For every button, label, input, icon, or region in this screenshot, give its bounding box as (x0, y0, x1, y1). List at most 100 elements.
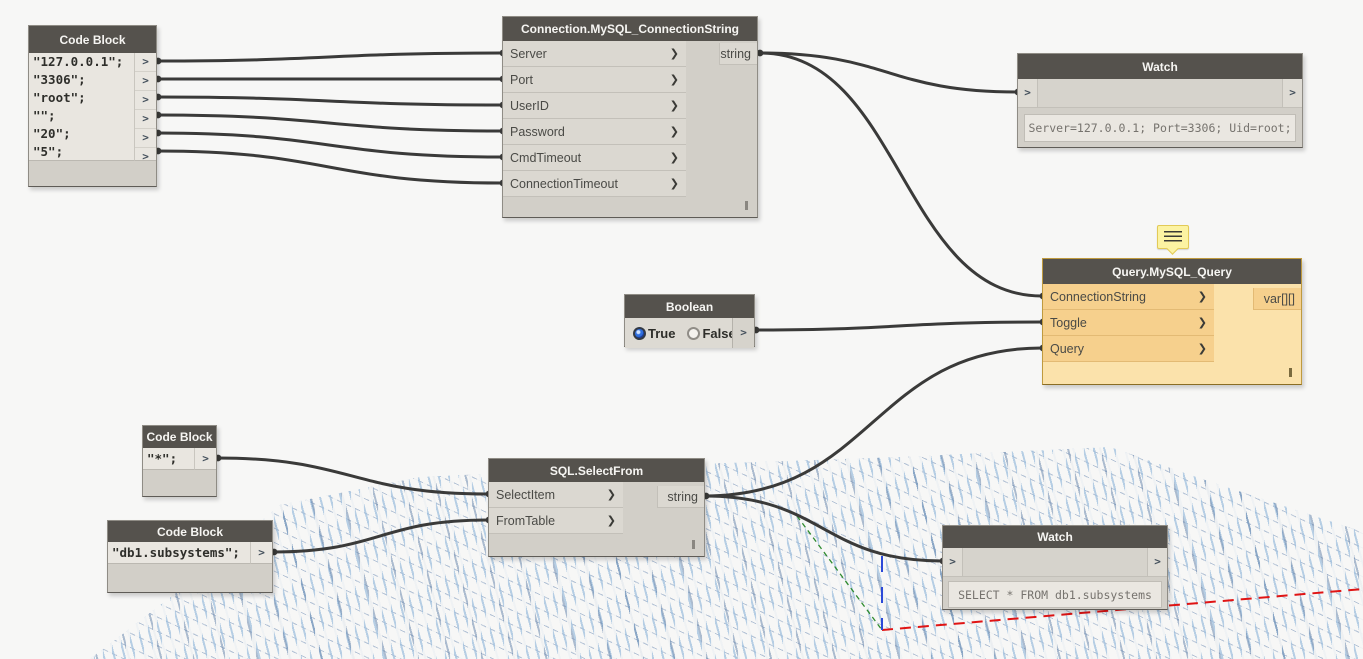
port-label: Server (510, 46, 547, 61)
code-line[interactable]: "root"; (29, 89, 134, 107)
lacing-indicator[interactable] (745, 201, 748, 210)
chevron-right-icon: ❯ (669, 73, 679, 86)
chevron-right-icon: ❯ (669, 99, 679, 112)
code-line[interactable]: ""; (29, 107, 134, 125)
node-code-block-select-item[interactable]: Code Block "*"; > (142, 425, 217, 497)
port-label: UserID (510, 98, 549, 113)
output-port[interactable]: > (135, 53, 156, 72)
port-label: Port (510, 72, 533, 87)
input-port-connectiontimeout[interactable]: ConnectionTimeout ❯ (503, 171, 686, 197)
code-line[interactable]: "3306"; (29, 71, 134, 89)
node-connection-mysql-connectionstring[interactable]: Connection.MySQL_ConnectionString Server… (502, 16, 758, 218)
node-boolean[interactable]: Boolean True False > (624, 294, 755, 348)
input-port-query[interactable]: Query ❯ (1043, 336, 1214, 362)
input-port-server[interactable]: Server ❯ (503, 41, 686, 67)
radio-true[interactable]: True (633, 326, 675, 341)
code-editor[interactable]: "*"; (143, 448, 194, 470)
port-label: ConnectionTimeout (510, 176, 618, 191)
chevron-right-icon: ❯ (1197, 316, 1207, 329)
wire[interactable] (759, 51, 1043, 298)
chevron-right-icon: ❯ (1197, 342, 1207, 355)
port-label: Toggle (1050, 315, 1087, 330)
output-port[interactable]: > (1282, 79, 1302, 107)
wire[interactable] (754, 320, 1043, 332)
watch-value: Server=127.0.0.1; Port=3306; Uid=root; (1024, 114, 1296, 142)
wire[interactable] (156, 113, 503, 133)
node-title[interactable]: Watch (943, 526, 1167, 548)
port-label: Query (1050, 341, 1085, 356)
node-code-block-from-table[interactable]: Code Block "db1.subsystems"; > (107, 520, 273, 593)
input-port-port[interactable]: Port ❯ (503, 67, 686, 93)
output-port-string[interactable]: string (719, 43, 757, 65)
input-port-selectitem[interactable]: SelectItem ❯ (489, 482, 623, 508)
chevron-right-icon: ❯ (669, 151, 679, 164)
port-label: CmdTimeout (510, 150, 582, 165)
output-port-string[interactable]: string (657, 486, 704, 508)
node-title[interactable]: Connection.MySQL_ConnectionString (503, 17, 757, 41)
input-port-userid[interactable]: UserID ❯ (503, 93, 686, 119)
output-port[interactable]: > (135, 110, 156, 129)
input-port-toggle[interactable]: Toggle ❯ (1043, 310, 1214, 336)
warning-text-lines-icon (1164, 231, 1182, 243)
wire[interactable] (156, 95, 503, 107)
port-label: SelectItem (496, 487, 556, 502)
input-port[interactable]: > (943, 548, 963, 576)
node-sql-selectfrom[interactable]: SQL.SelectFrom SelectItem ❯ FromTable ❯ st… (488, 458, 705, 557)
port-label: FromTable (496, 513, 556, 528)
node-query-mysql-query[interactable]: Query.MySQL_Query ConnectionString ❯ Togg… (1042, 258, 1302, 385)
lacing-indicator[interactable] (692, 540, 695, 549)
port-label: Password (510, 124, 565, 139)
node-watch-query[interactable]: Watch > > SELECT * FROM db1.subsystems (942, 525, 1168, 610)
wire[interactable] (216, 456, 489, 496)
node-title[interactable]: Code Block (143, 426, 216, 448)
node-title[interactable]: Query.MySQL_Query (1043, 259, 1301, 284)
radio-selected-icon[interactable] (633, 326, 646, 340)
input-port-password[interactable]: Password ❯ (503, 119, 686, 145)
wire[interactable] (704, 494, 943, 563)
code-line[interactable]: "*"; (143, 448, 194, 470)
chevron-right-icon: ❯ (1197, 290, 1207, 303)
dynamo-workspace[interactable]: Code Block "127.0.0.1"; "3306"; "root"; … (0, 0, 1363, 659)
output-port-var[interactable]: var[][] (1253, 288, 1301, 310)
output-port[interactable]: > (732, 318, 754, 348)
radio-label: True (648, 325, 676, 341)
lacing-indicator[interactable] (1289, 368, 1292, 377)
chevron-right-icon: ❯ (606, 514, 616, 527)
code-line[interactable]: "20"; (29, 125, 134, 143)
node-title[interactable]: Code Block (108, 521, 272, 542)
output-port[interactable]: > (135, 148, 156, 166)
input-port-connectionstring[interactable]: ConnectionString ❯ (1043, 284, 1214, 310)
wire[interactable] (272, 518, 489, 554)
output-port[interactable]: > (135, 129, 156, 148)
node-title[interactable]: SQL.SelectFrom (489, 459, 704, 482)
code-line[interactable]: "db1.subsystems"; (108, 542, 250, 564)
node-code-block-params[interactable]: Code Block "127.0.0.1"; "3306"; "root"; … (28, 25, 157, 187)
watch-value: SELECT * FROM db1.subsystems (948, 581, 1162, 608)
wire[interactable] (704, 346, 1043, 498)
output-port[interactable]: > (1147, 548, 1167, 576)
output-port[interactable]: > (251, 542, 272, 564)
code-line[interactable]: "127.0.0.1"; (29, 53, 134, 71)
warning-bubble[interactable] (1157, 225, 1189, 255)
port-label: ConnectionString (1050, 289, 1146, 304)
node-title[interactable]: Code Block (29, 26, 156, 53)
wire[interactable] (156, 51, 503, 63)
radio-unselected-icon[interactable] (687, 326, 701, 340)
output-port[interactable]: > (135, 91, 156, 110)
code-editor[interactable]: "db1.subsystems"; (108, 542, 250, 564)
chevron-right-icon: ❯ (669, 125, 679, 138)
node-title[interactable]: Boolean (625, 295, 754, 318)
output-port[interactable]: > (195, 448, 216, 470)
output-port[interactable]: > (135, 72, 156, 91)
radio-label: False (702, 325, 736, 341)
input-port-fromtable[interactable]: FromTable ❯ (489, 508, 623, 534)
node-title[interactable]: Watch (1018, 54, 1302, 79)
chevron-right-icon: ❯ (606, 488, 616, 501)
code-line[interactable]: "5"; (29, 143, 134, 161)
input-port-cmdtimeout[interactable]: CmdTimeout ❯ (503, 145, 686, 171)
radio-false[interactable]: False (687, 325, 736, 341)
code-editor[interactable]: "127.0.0.1"; "3306"; "root"; ""; "20"; "… (29, 53, 134, 161)
chevron-right-icon: ❯ (669, 177, 679, 190)
input-port[interactable]: > (1018, 79, 1038, 107)
node-watch-connection[interactable]: Watch > > Server=127.0.0.1; Port=3306; U… (1017, 53, 1303, 148)
